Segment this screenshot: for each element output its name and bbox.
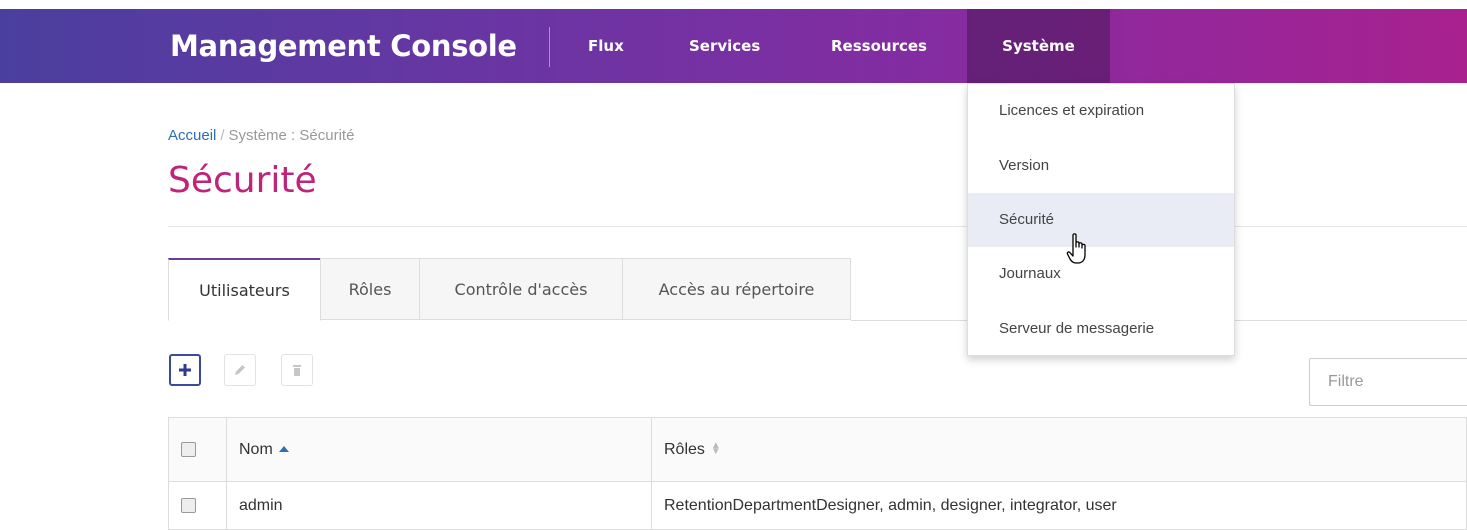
nav-item-services[interactable]: Services <box>689 9 760 83</box>
breadcrumb-current: Système : Sécurité <box>228 127 355 144</box>
brand-divider <box>549 27 550 67</box>
tab-acces-repertoire[interactable]: Accès au répertoire <box>622 258 851 320</box>
tab-controle-acces[interactable]: Contrôle d'accès <box>419 258 623 320</box>
plus-icon <box>179 364 191 376</box>
sort-both-icon: ▲ ▼ <box>710 440 721 458</box>
menu-item-serveur-messagerie[interactable]: Serveur de messagerie <box>968 302 1234 356</box>
column-header-nom[interactable]: Nom <box>226 417 652 482</box>
edit-user-button[interactable] <box>224 354 256 386</box>
trash-icon <box>293 365 301 376</box>
menu-item-licences[interactable]: Licences et expiration <box>968 84 1234 138</box>
app-brand-title[interactable]: Management Console <box>170 9 517 83</box>
systeme-dropdown-menu: Licences et expiration Version Sécurité … <box>967 83 1235 356</box>
menu-item-journaux[interactable]: Journaux <box>968 247 1234 301</box>
tab-utilisateurs[interactable]: Utilisateurs <box>168 258 321 321</box>
select-all-checkbox[interactable] <box>181 441 196 457</box>
column-header-label: Nom <box>239 440 273 458</box>
pencil-icon <box>235 365 245 375</box>
breadcrumb-home-link[interactable]: Accueil <box>168 127 216 144</box>
breadcrumb-separator: / <box>220 127 225 144</box>
delete-user-button[interactable] <box>281 354 313 386</box>
select-all-cell <box>168 417 227 482</box>
filter-input[interactable] <box>1309 358 1467 406</box>
column-header-roles[interactable]: Rôles ▲ ▼ <box>651 417 1467 482</box>
nav-item-systeme[interactable]: Système <box>967 9 1110 83</box>
hand-pointer-icon <box>1066 233 1086 264</box>
users-table: Nom Rôles ▲ ▼ admin RetentionDepartmentDes… <box>168 417 1467 530</box>
title-divider <box>168 226 1467 227</box>
row-select-cell <box>168 481 227 530</box>
nav-item-ressources[interactable]: Ressources <box>831 9 927 83</box>
column-header-label: Rôles <box>664 440 705 458</box>
menu-item-version[interactable]: Version <box>968 139 1234 193</box>
breadcrumb: Accueil / Système : Sécurité <box>168 127 354 144</box>
top-navigation-bar: Management Console Flux Services Ressour… <box>0 9 1467 83</box>
row-checkbox[interactable] <box>181 497 196 513</box>
cell-name: admin <box>226 481 652 530</box>
add-user-button[interactable] <box>169 354 201 386</box>
cell-roles: RetentionDepartmentDesigner, admin, desi… <box>651 481 1467 530</box>
menu-item-securite[interactable]: Sécurité <box>968 193 1234 247</box>
table-row[interactable]: admin RetentionDepartmentDesigner, admin… <box>168 481 1467 530</box>
nav-item-flux[interactable]: Flux <box>588 9 624 83</box>
tab-roles[interactable]: Rôles <box>320 258 420 320</box>
table-header-row: Nom Rôles ▲ ▼ <box>168 417 1467 482</box>
sort-ascending-icon <box>278 445 289 452</box>
page-title: Sécurité <box>168 160 317 201</box>
